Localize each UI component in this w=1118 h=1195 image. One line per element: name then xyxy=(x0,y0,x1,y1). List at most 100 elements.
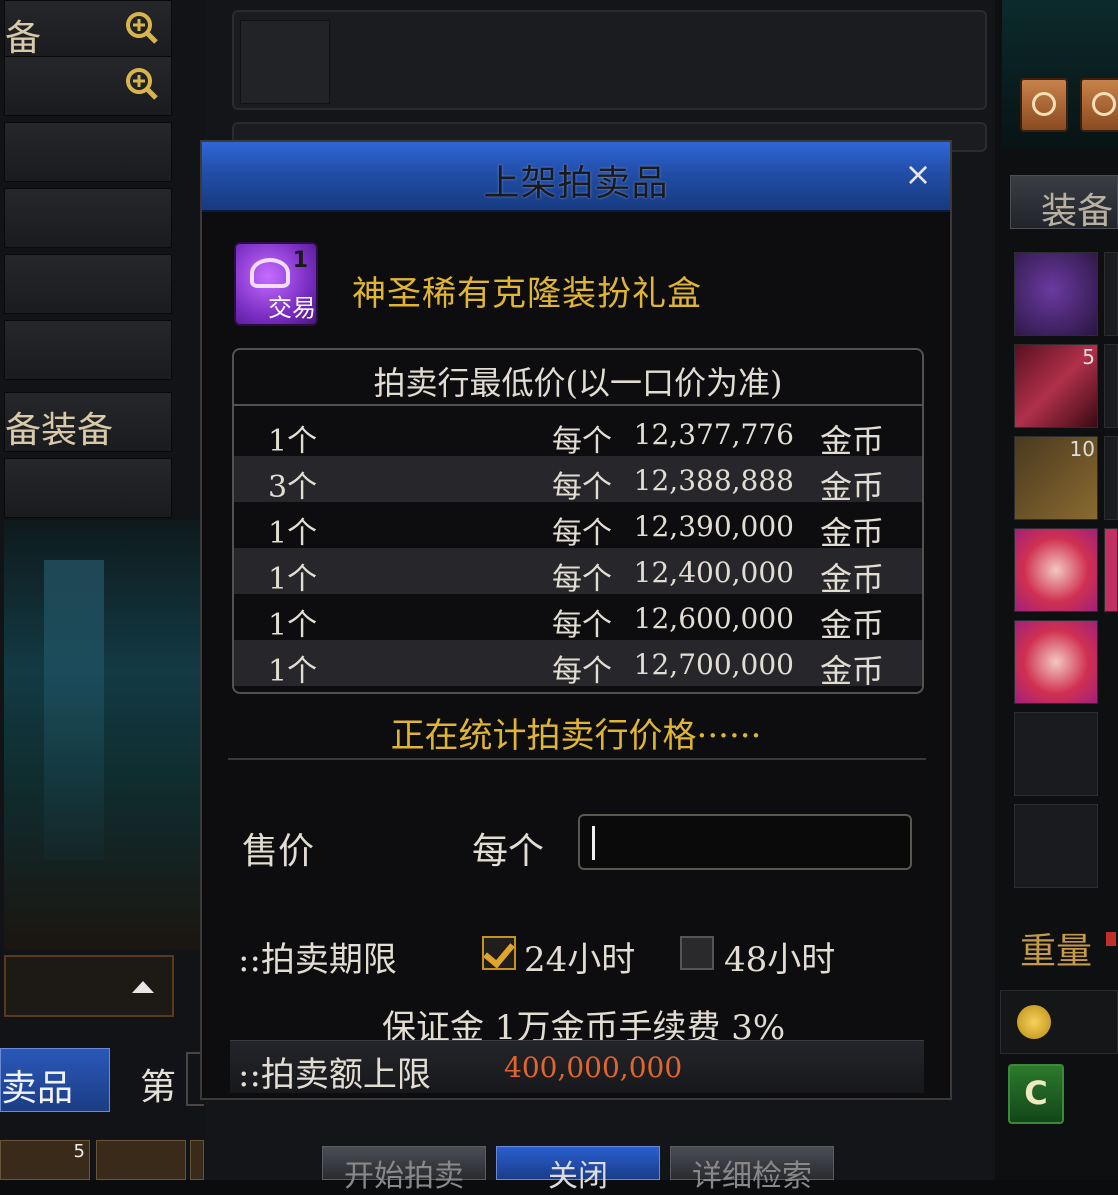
close-button[interactable]: 关闭 xyxy=(496,1146,660,1194)
inventory-slot[interactable] xyxy=(1104,344,1118,428)
text-caret xyxy=(592,826,595,860)
slot-count: 5 xyxy=(73,1141,85,1162)
slot-count: 10 xyxy=(1069,437,1095,461)
category-dropdown[interactable] xyxy=(4,955,174,1017)
auction-limit-label: ::拍卖额上限 xyxy=(238,1055,431,1095)
divider xyxy=(228,758,926,760)
duration-48h-checkbox[interactable] xyxy=(680,936,714,970)
dialog-title: 上架拍卖品 xyxy=(483,163,669,204)
inventory-slot[interactable]: 5 xyxy=(1014,344,1098,428)
costume-box-icon[interactable]: 1 交易 xyxy=(234,242,318,326)
inventory-slot[interactable] xyxy=(1104,436,1118,520)
price-row: 1个 每个 12,700,000 金币 xyxy=(234,640,922,690)
weight-indicator xyxy=(1106,932,1116,946)
each-label: 每个 xyxy=(472,831,545,872)
left-row[interactable] xyxy=(4,56,172,116)
tradable-tag: 交易 xyxy=(268,294,316,322)
item-name: 神圣稀有克隆装扮礼盒 xyxy=(352,274,702,314)
button-label: 开始拍卖 xyxy=(344,1159,464,1194)
inventory-slot[interactable] xyxy=(1014,620,1098,704)
price-row-each: 每个 xyxy=(552,516,612,551)
price-table-title: 拍卖行最低价(以一口价为准) xyxy=(373,364,783,402)
left-row-label: 备装备 xyxy=(5,410,114,451)
price-row: 1个 每个 12,377,776 金币 xyxy=(234,410,922,460)
dialog-titlebar[interactable]: 上架拍卖品 × xyxy=(202,142,950,212)
price-row-quantity: 1个 xyxy=(268,424,318,459)
inventory-slot[interactable]: 10 xyxy=(1014,436,1098,520)
inventory-slot[interactable] xyxy=(1104,252,1118,336)
left-row[interactable] xyxy=(4,188,172,248)
detailed-search-button[interactable]: 详细检索 xyxy=(670,1146,834,1194)
price-row-value: 12,390,000 xyxy=(633,510,794,543)
price-row-each: 每个 xyxy=(552,562,612,597)
tab-label: 装备 xyxy=(1041,191,1114,232)
refresh-icon[interactable] xyxy=(1080,78,1118,132)
button-label: 详细检索 xyxy=(692,1159,812,1194)
price-row-value: 12,377,776 xyxy=(633,418,794,451)
weight-label: 重量 xyxy=(1020,931,1093,972)
start-auction-button[interactable]: 开始拍卖 xyxy=(322,1146,486,1194)
auction-limit-bar: ::拍卖额上限 400,000,000 xyxy=(230,1040,924,1095)
zoom-in-icon[interactable] xyxy=(125,67,159,101)
price-row-each: 每个 xyxy=(552,424,612,459)
price-row-each: 每个 xyxy=(552,470,612,505)
left-row[interactable] xyxy=(4,122,172,182)
cera-glyph: C xyxy=(1024,1074,1048,1112)
duration-24h-label[interactable]: 24小时 xyxy=(524,932,635,981)
status-text: 正在统计拍卖行价格······ xyxy=(390,716,762,756)
list-auction-dialog: 上架拍卖品 × 1 交易 神圣稀有克隆装扮礼盒 拍卖行最低价(以一口价为准) 1… xyxy=(200,140,952,1100)
triangle-up-icon xyxy=(132,981,154,993)
price-row-quantity: 1个 xyxy=(268,608,318,643)
duration-24h-checkbox[interactable] xyxy=(482,936,516,970)
price-row: 1个 每个 12,600,000 金币 xyxy=(234,594,922,644)
left-row-label: 备 xyxy=(5,18,42,59)
price-row-quantity: 1个 xyxy=(268,654,318,689)
price-row-quantity: 1个 xyxy=(268,516,318,551)
item-slot xyxy=(240,20,330,104)
price-row: 1个 每个 12,390,000 金币 xyxy=(234,502,922,552)
item-summary: 1 交易 神圣稀有克隆装扮礼盒 xyxy=(232,240,932,336)
price-row-each: 每个 xyxy=(552,608,612,643)
left-row[interactable] xyxy=(4,458,172,518)
price-row-value: 12,400,000 xyxy=(633,556,794,589)
price-row-currency: 金币 xyxy=(819,652,884,690)
item-quantity: 1 xyxy=(292,248,308,273)
price-row: 3个 每个 12,388,888 金币 xyxy=(234,456,922,506)
inventory-slot[interactable]: 5 xyxy=(0,1140,90,1180)
duration-48h-label[interactable]: 48小时 xyxy=(724,932,835,981)
left-row[interactable]: 备 xyxy=(4,0,172,60)
gold-display xyxy=(1000,990,1118,1054)
inventory-slot[interactable] xyxy=(1014,528,1098,612)
price-row-value: 12,388,888 xyxy=(633,464,794,497)
inventory-slot[interactable] xyxy=(1014,712,1098,796)
inventory-slot[interactable] xyxy=(1014,252,1098,336)
background-scene xyxy=(4,520,200,950)
inventory-slot[interactable] xyxy=(1104,528,1118,612)
price-row-quantity: 3个 xyxy=(268,470,318,505)
left-row[interactable]: 备装备 xyxy=(4,392,172,452)
tab-equipment[interactable]: 装备 xyxy=(1010,175,1118,232)
sort-icon[interactable] xyxy=(1020,78,1068,132)
gold-coin-icon xyxy=(1017,1005,1051,1039)
inventory-slot[interactable] xyxy=(1014,804,1098,888)
auction-limit-value: 400,000,000 xyxy=(504,1051,683,1084)
price-row-value: 12,600,000 xyxy=(633,602,794,635)
inventory-slot[interactable] xyxy=(190,1140,204,1180)
left-row[interactable] xyxy=(4,254,172,314)
item-shape xyxy=(250,258,290,288)
duration-label: ::拍卖期限 xyxy=(238,940,397,980)
tab-label: 卖品 xyxy=(1,1068,74,1109)
price-input[interactable] xyxy=(578,814,912,870)
cera-icon[interactable]: C xyxy=(1008,1064,1064,1124)
price-row-quantity: 1个 xyxy=(268,562,318,597)
close-icon[interactable]: × xyxy=(902,156,934,192)
price-row-each: 每个 xyxy=(552,654,612,689)
price-table-header: 拍卖行最低价(以一口价为准) xyxy=(234,350,922,406)
tab-sell-items[interactable]: 卖品 xyxy=(0,1048,110,1112)
inventory-slot[interactable] xyxy=(96,1140,186,1180)
auction-row[interactable] xyxy=(232,10,987,110)
left-row[interactable] xyxy=(4,320,172,380)
lowest-price-table: 拍卖行最低价(以一口价为准) 1个 每个 12,377,776 金币 3个 每个 12,38… xyxy=(232,348,924,694)
zoom-in-icon[interactable] xyxy=(125,11,159,45)
sell-price-label: 售价 xyxy=(242,831,315,872)
